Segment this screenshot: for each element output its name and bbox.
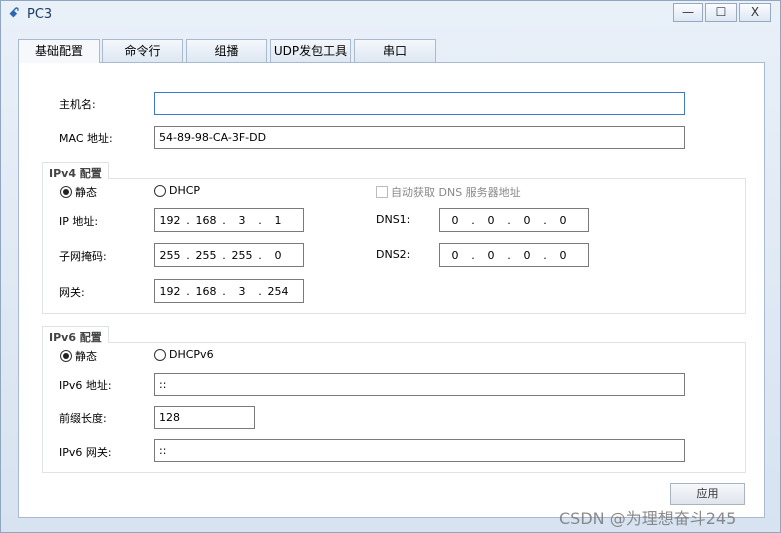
radio-checked-icon xyxy=(60,186,72,198)
prefix-input[interactable]: 128 xyxy=(154,406,255,429)
tab-multicast[interactable]: 组播 xyxy=(186,39,267,63)
radio-unchecked-icon xyxy=(154,348,166,361)
ipv6-gateway-label: IPv6 网关: xyxy=(59,446,112,459)
hostname-input[interactable] xyxy=(154,92,685,115)
ipv6-group-title: IPv6 配置 xyxy=(42,326,109,344)
ipv6-gateway-input[interactable]: :: xyxy=(154,439,685,462)
tab-basic-config[interactable]: 基础配置 xyxy=(18,39,100,63)
dns1-input[interactable]: 0.0.0.0 xyxy=(439,208,589,232)
window: ꗃ PC3 — ☐ X 基础配置 命令行 组播 UDP发包工具 串口 主机名: … xyxy=(0,0,781,533)
tab-udp-tool[interactable]: UDP发包工具 xyxy=(270,39,351,63)
ipv6-dhcp-radio[interactable]: DHCPv6 xyxy=(154,348,214,361)
hostname-label: 主机名: xyxy=(59,98,96,111)
minimize-button[interactable]: — xyxy=(673,3,703,22)
checkbox-icon xyxy=(376,186,388,198)
dns2-input[interactable]: 0.0.0.0 xyxy=(439,243,589,267)
ipv6-static-label: 静态 xyxy=(75,350,97,363)
tab-command-line[interactable]: 命令行 xyxy=(102,39,183,63)
dns2-label: DNS2: xyxy=(376,248,411,261)
radio-checked-icon xyxy=(60,350,72,362)
close-button[interactable]: X xyxy=(739,3,771,22)
ipv6-addr-input[interactable]: :: xyxy=(154,373,685,396)
ipv6-addr-label: IPv6 地址: xyxy=(59,379,112,392)
gateway-label: 网关: xyxy=(59,286,85,299)
ipv6-dhcp-label: DHCPv6 xyxy=(169,348,214,361)
prefix-label: 前缀长度: xyxy=(59,412,107,425)
app-icon: ꗃ xyxy=(9,6,20,21)
mac-input[interactable]: 54-89-98-CA-3F-DD xyxy=(154,126,685,149)
ipv4-dhcp-radio[interactable]: DHCP xyxy=(154,184,200,197)
ip-input[interactable]: 192. 168. 3. 1 xyxy=(154,208,304,232)
ipv6-static-radio[interactable]: 静态 xyxy=(60,348,97,364)
apply-button[interactable]: 应用 xyxy=(670,483,745,505)
radio-unchecked-icon xyxy=(154,184,166,197)
ipv4-group-title: IPv4 配置 xyxy=(42,162,109,180)
mac-label: MAC 地址: xyxy=(59,132,113,145)
maximize-button[interactable]: ☐ xyxy=(705,3,737,22)
mask-input[interactable]: 255. 255. 255. 0 xyxy=(154,243,304,267)
window-title: PC3 xyxy=(27,7,53,22)
ipv4-static-label: 静态 xyxy=(75,186,97,199)
ipv4-static-radio[interactable]: 静态 xyxy=(60,184,97,200)
watermark: CSDN @为理想奋斗245 xyxy=(559,509,737,528)
ip-label: IP 地址: xyxy=(59,215,99,228)
ipv4-dhcp-label: DHCP xyxy=(169,184,201,197)
auto-dns-label: 自动获取 DNS 服务器地址 xyxy=(391,186,521,199)
dns1-label: DNS1: xyxy=(376,213,411,226)
gateway-input[interactable]: 192. 168. 3. 254 xyxy=(154,279,304,303)
tab-serial[interactable]: 串口 xyxy=(354,39,436,63)
mask-label: 子网掩码: xyxy=(59,250,107,263)
auto-dns-checkbox[interactable]: 自动获取 DNS 服务器地址 xyxy=(376,184,521,200)
